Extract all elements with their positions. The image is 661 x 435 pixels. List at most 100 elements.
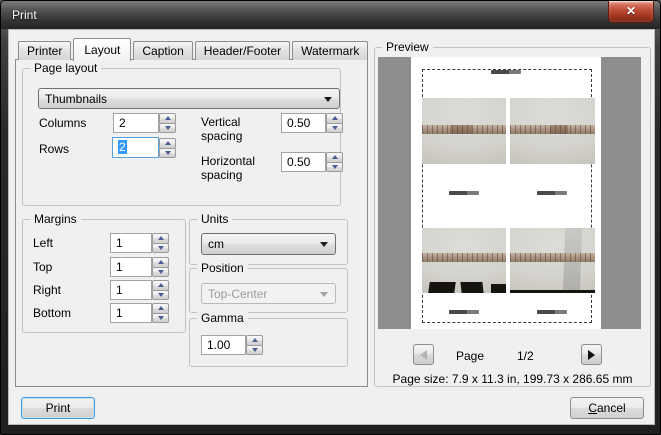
tab-printer[interactable]: Printer <box>18 41 72 60</box>
titlebar: Print <box>1 1 660 29</box>
caption-text-smudge <box>537 310 567 314</box>
spinner-down-button[interactable] <box>152 266 169 277</box>
caption-text-smudge <box>537 191 567 195</box>
window-title: Print <box>12 8 37 22</box>
ruler-stain <box>550 125 568 134</box>
print-dialog: Print ✕ Printer Layout Caption Header/Fo… <box>0 0 661 435</box>
spinner-down-icon <box>251 347 258 352</box>
spinner-down-button[interactable] <box>159 147 176 158</box>
spinner-up-button[interactable] <box>152 280 169 291</box>
spinner-up-icon <box>164 141 171 146</box>
margin-top-label: Top <box>33 260 53 274</box>
spinner-down-icon <box>164 125 171 130</box>
ruler-strip <box>422 253 506 262</box>
spinner-up-button[interactable] <box>152 257 169 268</box>
print-button[interactable]: Print <box>21 397 95 419</box>
dark-object <box>510 290 595 293</box>
page-size-text: Page size: 7.9 x 11.3 in, 199.73 x 286.6… <box>392 372 633 386</box>
spinner-down-icon <box>164 150 171 155</box>
spinner-up-icon <box>157 260 164 265</box>
spinner-down-button[interactable] <box>326 161 343 172</box>
spinner-up-button[interactable] <box>159 138 176 149</box>
position-select: Top-Center <box>201 283 336 304</box>
margins-group-label: Margins <box>30 212 81 226</box>
tab-layout[interactable]: Layout <box>73 38 132 61</box>
tab-caption[interactable]: Caption <box>133 41 193 60</box>
margin-top-input[interactable]: 1 <box>110 257 152 277</box>
spinner-up-button[interactable] <box>152 233 169 244</box>
dark-object <box>491 284 506 293</box>
columns-input[interactable]: 2 <box>113 113 159 133</box>
margin-left-input[interactable]: 1 <box>110 233 152 253</box>
gamma-stepper <box>246 335 263 355</box>
spinner-up-button[interactable] <box>152 303 169 314</box>
spinner-down-icon <box>331 125 338 130</box>
margin-left-label: Left <box>33 236 54 250</box>
spinner-down-button[interactable] <box>159 122 176 133</box>
rows-input[interactable]: 2 <box>112 137 159 158</box>
spinner-down-icon <box>331 164 338 169</box>
layout-type-select[interactable]: Thumbnails <box>38 88 340 109</box>
horizontal-spacing-label: Horizontal spacing <box>201 154 256 182</box>
caption-text-smudge <box>449 310 479 314</box>
columns-label: Columns <box>39 116 87 130</box>
spinner-down-button[interactable] <box>152 289 169 300</box>
spinner-up-button[interactable] <box>246 335 263 346</box>
spinner-down-icon <box>157 245 164 250</box>
close-button[interactable]: ✕ <box>608 1 654 23</box>
spinner-down-button[interactable] <box>152 242 169 253</box>
units-value: cm <box>208 237 224 251</box>
close-icon: ✕ <box>625 4 637 18</box>
spinner-up-icon <box>157 306 164 311</box>
previous-page-button[interactable] <box>413 344 434 365</box>
vertical-spacing-stepper <box>326 113 343 133</box>
spinner-down-icon <box>157 292 164 297</box>
margin-bottom-input[interactable]: 1 <box>110 303 152 323</box>
columns-stepper <box>159 113 176 133</box>
horizontal-spacing-input[interactable]: 0.50 <box>281 152 326 172</box>
tab-header-footer[interactable]: Header/Footer <box>194 41 291 60</box>
dark-object <box>428 282 456 293</box>
margin-right-label: Right <box>33 283 62 297</box>
units-select[interactable]: cm <box>201 233 336 255</box>
chevron-down-icon <box>324 96 332 102</box>
gamma-group-label: Gamma <box>197 311 248 325</box>
position-value: Top-Center <box>208 286 268 301</box>
rows-label: Rows <box>39 142 70 156</box>
margin-right-input[interactable]: 1 <box>110 280 152 300</box>
spinner-up-icon <box>251 338 258 343</box>
spinner-up-icon <box>157 283 164 288</box>
margin-right-stepper <box>152 280 169 300</box>
thumbnail-photo <box>422 98 506 164</box>
cancel-button[interactable]: Cancel <box>570 397 644 419</box>
spinner-down-button[interactable] <box>326 122 343 133</box>
ruler-strip <box>510 253 595 262</box>
next-page-icon <box>588 349 595 360</box>
caption-text-smudge <box>449 191 479 195</box>
spinner-down-icon <box>157 269 164 274</box>
preview-page <box>411 57 601 329</box>
spinner-up-button[interactable] <box>326 152 343 163</box>
page-nav-label: Page <box>456 349 485 363</box>
position-group-label: Position <box>197 261 248 275</box>
next-page-button[interactable] <box>581 344 602 365</box>
rows-selected-text: 2 <box>118 140 127 154</box>
page-indicator: 1/2 <box>517 349 534 363</box>
chevron-down-icon <box>320 242 328 247</box>
gamma-input[interactable]: 1.00 <box>201 335 246 355</box>
spinner-up-button[interactable] <box>159 113 176 124</box>
chevron-down-icon <box>320 291 328 297</box>
thumbnail-photo <box>510 98 595 164</box>
margin-bottom-stepper <box>152 303 169 323</box>
tab-watermark[interactable]: Watermark <box>292 41 369 60</box>
spinner-down-button[interactable] <box>152 312 169 323</box>
spinner-down-icon <box>157 315 164 320</box>
vertical-spacing-input[interactable]: 0.50 <box>281 113 326 133</box>
spinner-down-button[interactable] <box>246 344 263 355</box>
spinner-up-button[interactable] <box>326 113 343 124</box>
spinner-up-icon <box>331 155 338 160</box>
ruler-stain <box>450 125 472 134</box>
dark-object <box>460 282 484 293</box>
prev-page-icon <box>420 349 427 360</box>
preview-viewport <box>378 57 641 329</box>
